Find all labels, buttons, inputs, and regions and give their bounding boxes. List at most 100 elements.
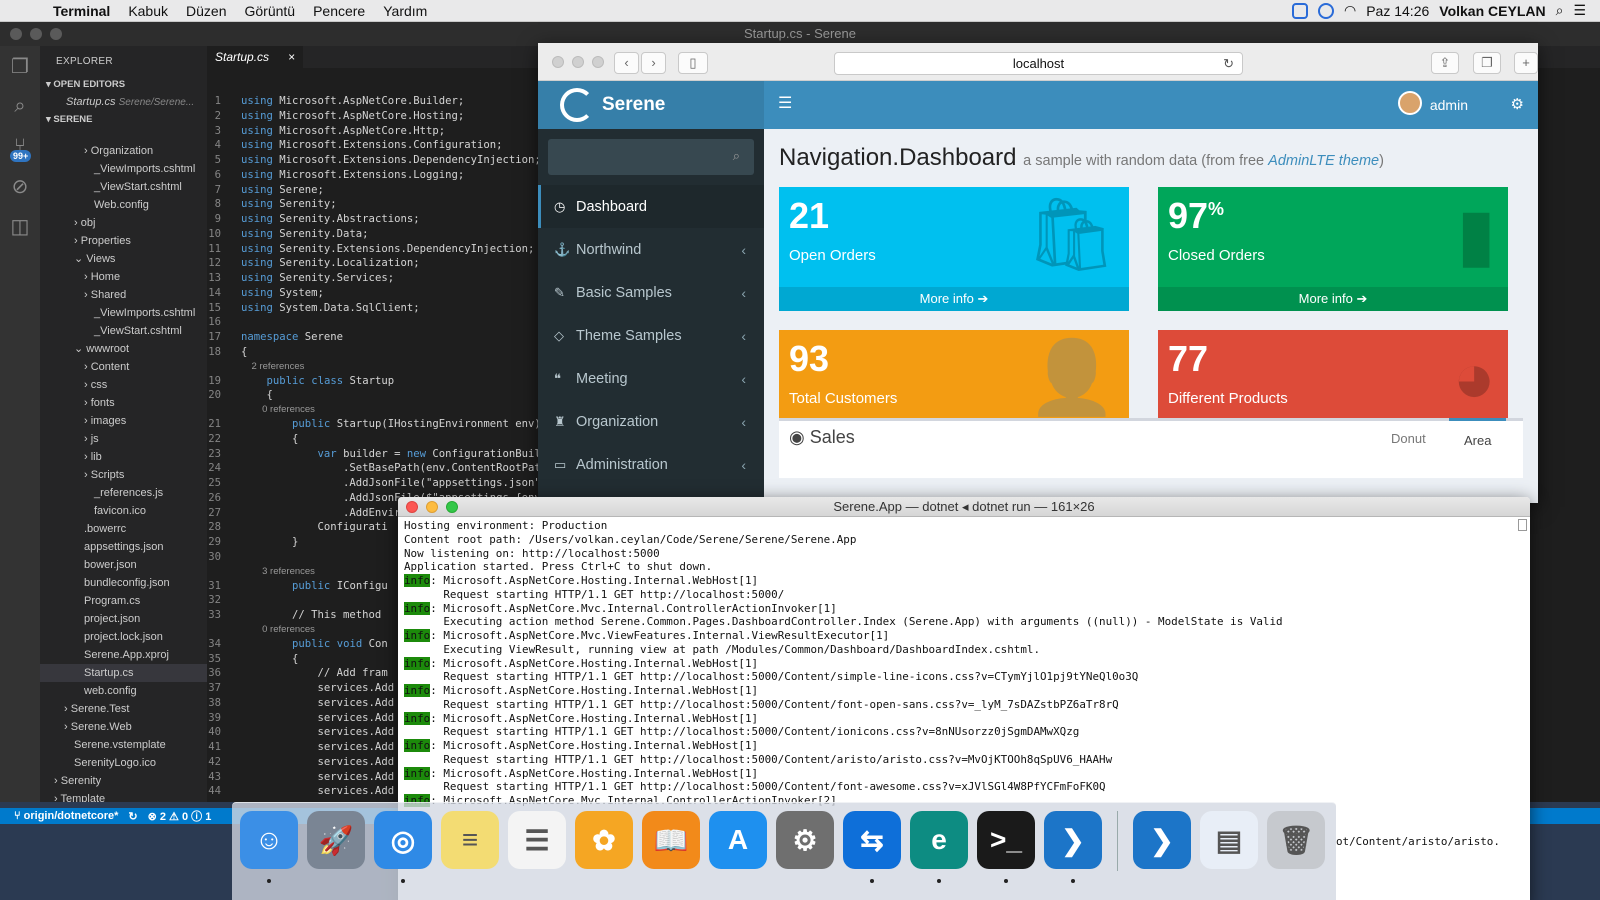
file-tree-item[interactable]: › images bbox=[40, 412, 207, 430]
extensions-icon[interactable]: ◫ bbox=[0, 206, 40, 246]
open-editor-item[interactable]: Startup.cs Serene/Serene... bbox=[40, 93, 207, 111]
file-tree-item[interactable]: favicon.ico bbox=[40, 502, 207, 520]
adminlte-link[interactable]: AdminLTE theme bbox=[1268, 153, 1379, 169]
dock-app-store-icon[interactable]: A bbox=[709, 811, 767, 869]
search-icon[interactable]: ⌕ bbox=[0, 86, 40, 126]
project-header[interactable]: ▾ SERENE bbox=[40, 111, 207, 128]
share-button[interactable]: ⇪ bbox=[1431, 52, 1459, 74]
dock-screenshot-icon[interactable]: ▤ bbox=[1200, 811, 1258, 869]
file-tree-item[interactable]: › lib bbox=[40, 448, 207, 466]
file-tree-item[interactable]: › Shared bbox=[40, 286, 207, 304]
files-icon[interactable]: ❐ bbox=[0, 46, 40, 86]
new-tab-button[interactable]: + bbox=[1514, 52, 1538, 74]
file-tree-item[interactable]: .bowerrc bbox=[40, 520, 207, 538]
forward-button[interactable]: › bbox=[641, 52, 666, 74]
file-tree-item[interactable]: Startup.cs bbox=[40, 664, 207, 682]
file-tree-item[interactable]: web.config bbox=[40, 682, 207, 700]
teamviewer-status-icon[interactable] bbox=[1292, 2, 1308, 19]
dock-terminal-icon[interactable]: >_ bbox=[977, 811, 1035, 883]
browser-close-button[interactable] bbox=[552, 56, 564, 68]
file-tree-item[interactable]: bundleconfig.json bbox=[40, 574, 207, 592]
file-tree-item[interactable]: › Properties bbox=[40, 232, 207, 250]
sidebar-item-administration[interactable]: ▭ Administration ‹ bbox=[538, 443, 764, 486]
sidebar-item-theme-samples[interactable]: ◇ Theme Samples ‹ bbox=[538, 314, 764, 357]
menu-duzen[interactable]: Düzen bbox=[177, 3, 235, 19]
sidebar-search-input[interactable]: ⌕ bbox=[548, 139, 754, 175]
sync-icon[interactable]: ↻ bbox=[128, 810, 137, 823]
dock-vscode-folder-icon[interactable]: ❯ bbox=[1133, 811, 1191, 869]
file-tree-item[interactable]: _ViewStart.cshtml bbox=[40, 178, 207, 196]
file-tree-item[interactable]: › Serene.Web bbox=[40, 718, 207, 736]
browser-minimize-button[interactable] bbox=[572, 56, 584, 68]
wifi-icon[interactable]: ◠ bbox=[1344, 2, 1356, 19]
file-tree-item[interactable]: _references.js bbox=[40, 484, 207, 502]
settings-gear-icon[interactable]: ⚙ bbox=[1511, 95, 1524, 113]
file-tree-item[interactable]: ⌄ Views bbox=[40, 250, 207, 268]
serene-status-icon[interactable] bbox=[1318, 2, 1334, 19]
file-tree-item[interactable]: › js bbox=[40, 430, 207, 448]
file-tree-item[interactable]: Serene.vstemplate bbox=[40, 736, 207, 754]
user-menu[interactable]: Volkan CEYLAN bbox=[1439, 3, 1545, 19]
spotlight-search-icon[interactable]: ⌕ bbox=[1556, 2, 1564, 19]
file-tree-item[interactable]: › Template bbox=[40, 790, 207, 802]
sidebar-item-organization[interactable]: ♜ Organization ‹ bbox=[538, 400, 764, 443]
dock-trash-icon[interactable]: 🗑 bbox=[1267, 811, 1325, 869]
reload-icon[interactable]: ↻ bbox=[1223, 53, 1234, 74]
dock-launchpad-icon[interactable]: 🚀 bbox=[307, 811, 365, 869]
more-info-link[interactable]: More info ➔ bbox=[779, 287, 1129, 311]
browser-zoom-button[interactable] bbox=[592, 56, 604, 68]
file-tree-item[interactable]: project.json bbox=[40, 610, 207, 628]
sidebar-toggle-button[interactable]: ▯ bbox=[678, 52, 708, 74]
dock-photos-icon[interactable]: ✿ bbox=[575, 811, 633, 869]
app-logo[interactable]: Serene bbox=[538, 81, 764, 129]
file-tree-item[interactable]: SerenityLogo.ico bbox=[40, 754, 207, 772]
address-bar[interactable]: localhost ↻ bbox=[834, 52, 1243, 75]
file-tree-item[interactable]: _ViewImports.cshtml bbox=[40, 160, 207, 178]
notification-center-icon[interactable]: ☰ bbox=[1573, 2, 1586, 19]
file-tree-item[interactable]: › Home bbox=[40, 268, 207, 286]
dock-safari-icon[interactable]: ◎ bbox=[374, 811, 432, 883]
file-tree-item[interactable]: appsettings.json bbox=[40, 538, 207, 556]
menu-yardim[interactable]: Yardım bbox=[374, 3, 436, 19]
tabs-button[interactable]: ❐ bbox=[1473, 52, 1501, 74]
tab-area[interactable]: Area bbox=[1449, 418, 1507, 448]
file-tree-item[interactable]: Web.config bbox=[40, 196, 207, 214]
file-tree-item[interactable]: › Serene.Test bbox=[40, 700, 207, 718]
menu-pencere[interactable]: Pencere bbox=[304, 3, 374, 19]
source-control-icon[interactable]: ⑂ 99+ bbox=[0, 126, 40, 166]
tab-donut[interactable]: Donut bbox=[1391, 431, 1426, 446]
sidebar-item-northwind[interactable]: ⚓ Northwind ‹ bbox=[538, 228, 764, 271]
dock-reminders-icon[interactable]: ☰ bbox=[508, 811, 566, 869]
file-tree-item[interactable]: Program.cs bbox=[40, 592, 207, 610]
file-tree-item[interactable]: › Scripts bbox=[40, 466, 207, 484]
file-tree-item[interactable]: bower.json bbox=[40, 556, 207, 574]
dock-vscode-icon[interactable]: ❯ bbox=[1044, 811, 1102, 883]
dock-serene-e-icon[interactable]: e bbox=[910, 811, 968, 883]
file-tree-item[interactable]: › Content bbox=[40, 358, 207, 376]
terminal-output[interactable]: Hosting environment: Production Content r… bbox=[404, 519, 1514, 808]
git-branch[interactable]: ⑂ origin/dotnetcore* bbox=[14, 810, 118, 822]
menu-kabuk[interactable]: Kabuk bbox=[119, 3, 177, 19]
menu-toggle-icon[interactable]: ☰ bbox=[778, 93, 792, 113]
dock-finder-icon[interactable]: ☺ bbox=[240, 811, 298, 883]
dock-notes-icon[interactable]: ≡ bbox=[441, 811, 499, 869]
file-tree-item[interactable]: _ViewStart.cshtml bbox=[40, 322, 207, 340]
dock-teamviewer-icon[interactable]: ⇆ bbox=[843, 811, 901, 883]
file-tree-item[interactable]: Serene.App.xproj bbox=[40, 646, 207, 664]
terminal-scrollbar[interactable] bbox=[1518, 519, 1527, 531]
debug-icon[interactable]: ⊘ bbox=[0, 166, 40, 206]
clock[interactable]: Paz 14:26 bbox=[1366, 3, 1429, 19]
problems-count[interactable]: ⊗ 2 ⚠ 0 ⓘ 1 bbox=[148, 808, 212, 824]
close-tab-icon[interactable]: × bbox=[288, 50, 295, 64]
sidebar-item-meeting[interactable]: ❝ Meeting ‹ bbox=[538, 357, 764, 400]
file-tree-item[interactable]: › obj bbox=[40, 214, 207, 232]
app-menu-terminal[interactable]: Terminal bbox=[44, 3, 119, 19]
file-tree-item[interactable]: project.lock.json bbox=[40, 628, 207, 646]
sidebar-item-dashboard[interactable]: ◷ Dashboard bbox=[538, 185, 764, 228]
tab-startup-cs[interactable]: Startup.cs × bbox=[207, 46, 303, 68]
back-button[interactable]: ‹ bbox=[614, 52, 639, 74]
file-tree-item[interactable]: › Serenity bbox=[40, 772, 207, 790]
file-tree-item[interactable]: › Organization bbox=[40, 142, 207, 160]
file-tree-item[interactable]: › css bbox=[40, 376, 207, 394]
file-tree-item[interactable]: _ViewImports.cshtml bbox=[40, 304, 207, 322]
